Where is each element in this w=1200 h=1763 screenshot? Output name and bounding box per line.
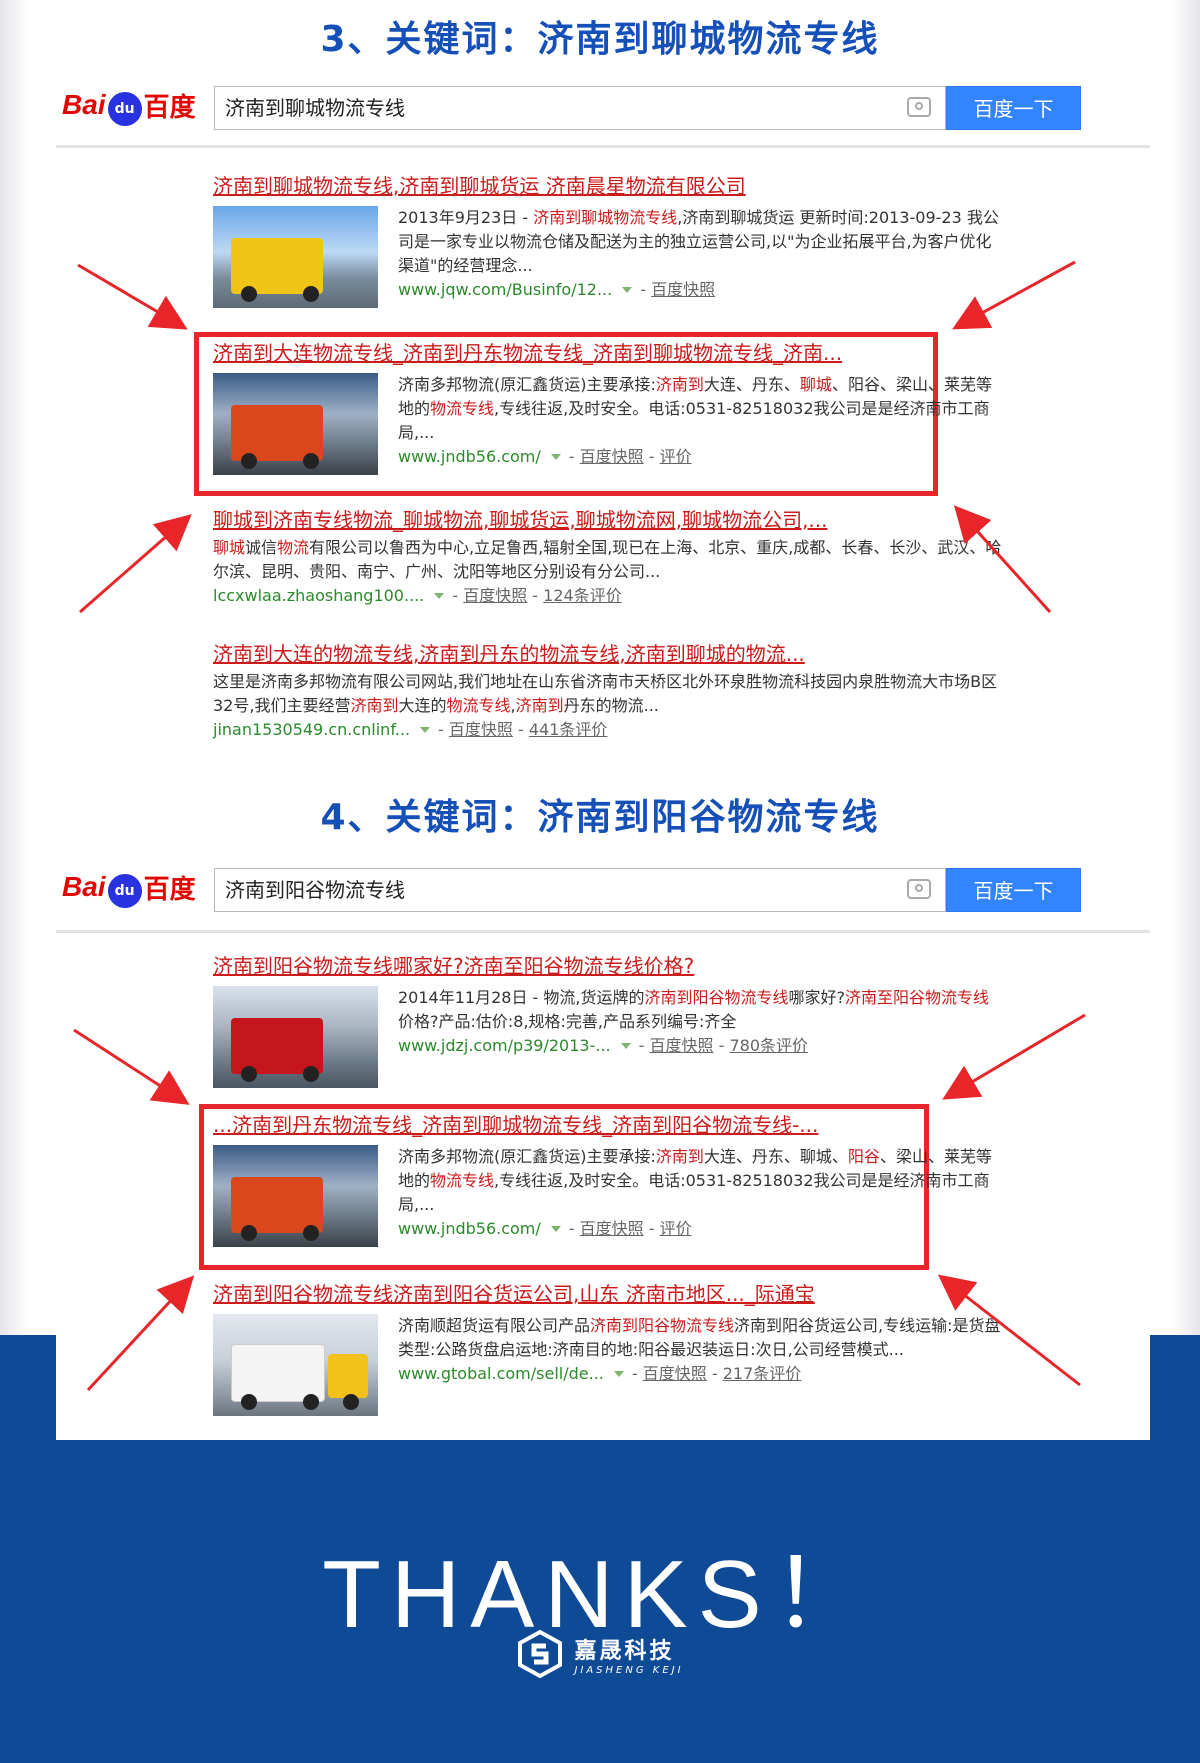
arrow-icon	[79, 514, 192, 614]
arrow-icon	[73, 1028, 190, 1105]
brand-name-cn: 嘉晟科技	[574, 1638, 675, 1664]
arrow-icon	[942, 1013, 1086, 1100]
arrow-icon	[953, 505, 1052, 614]
arrow-icon	[77, 263, 188, 330]
arrow-annotations	[73, 260, 1086, 1392]
brand: 嘉晟科技 JIASHENG KEJI	[0, 1629, 1200, 1679]
arrow-icon	[952, 260, 1076, 330]
arrow-icon	[86, 1275, 195, 1392]
brand-name-en: JIASHENG KEJI	[574, 1664, 684, 1676]
brand-logo-icon	[516, 1629, 564, 1679]
arrow-icon	[937, 1274, 1081, 1387]
